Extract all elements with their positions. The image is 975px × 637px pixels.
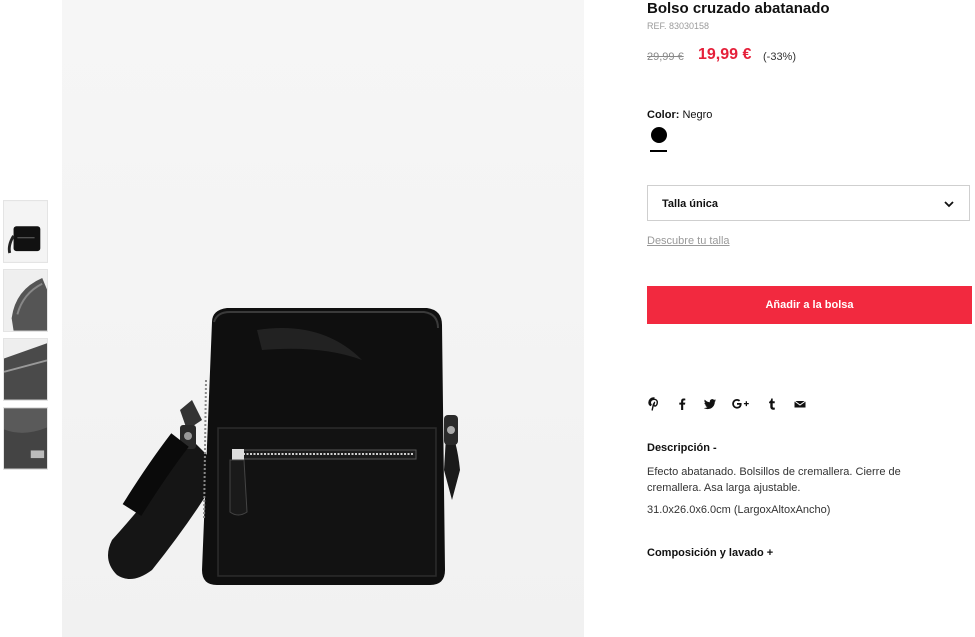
discount-badge: (-33%) (763, 51, 797, 63)
google-plus-icon[interactable] (731, 397, 751, 411)
tumblr-icon[interactable] (765, 397, 779, 411)
color-label-key: Color: (647, 109, 680, 121)
product-title: Bolso cruzado abatanado (647, 0, 830, 17)
product-ref: REF. 83030158 (647, 21, 710, 31)
add-to-bag-button[interactable]: Añadir a la bolsa (647, 286, 972, 324)
color-swatch-negro[interactable] (651, 127, 667, 143)
facebook-icon[interactable] (675, 397, 689, 411)
email-icon[interactable] (793, 397, 807, 411)
size-guide-link[interactable]: Descubre tu talla (647, 235, 730, 247)
composition-toggle[interactable]: Composición y lavado + (647, 547, 773, 559)
pinterest-icon[interactable] (647, 397, 661, 411)
size-select-value: Talla única (662, 198, 719, 210)
thumbnail-list (3, 200, 48, 476)
sale-price: 19,99 € (698, 46, 752, 63)
dimensions-text: 31.0x26.0x6.0cm (LargoxAltoxAncho) (647, 504, 831, 516)
thumbnail-3[interactable] (3, 338, 48, 401)
color-label: Color: Negro (647, 109, 712, 121)
chevron-down-icon (943, 197, 955, 209)
twitter-icon[interactable] (703, 397, 717, 411)
old-price: 29,99 € (647, 51, 684, 63)
thumbnail-1[interactable] (3, 200, 48, 263)
color-label-value: Negro (682, 109, 713, 121)
description-toggle[interactable]: Descripción - (647, 442, 717, 454)
share-bar (647, 396, 821, 412)
thumbnail-4[interactable] (3, 407, 48, 470)
bag-illustration (108, 308, 460, 585)
main-product-image (62, 0, 584, 637)
thumbnail-2[interactable] (3, 269, 48, 332)
size-select[interactable]: Talla única (647, 185, 970, 221)
description-text: Efecto abatanado. Bolsillos de cremaller… (647, 466, 901, 494)
swatch-selected-indicator (650, 150, 667, 152)
